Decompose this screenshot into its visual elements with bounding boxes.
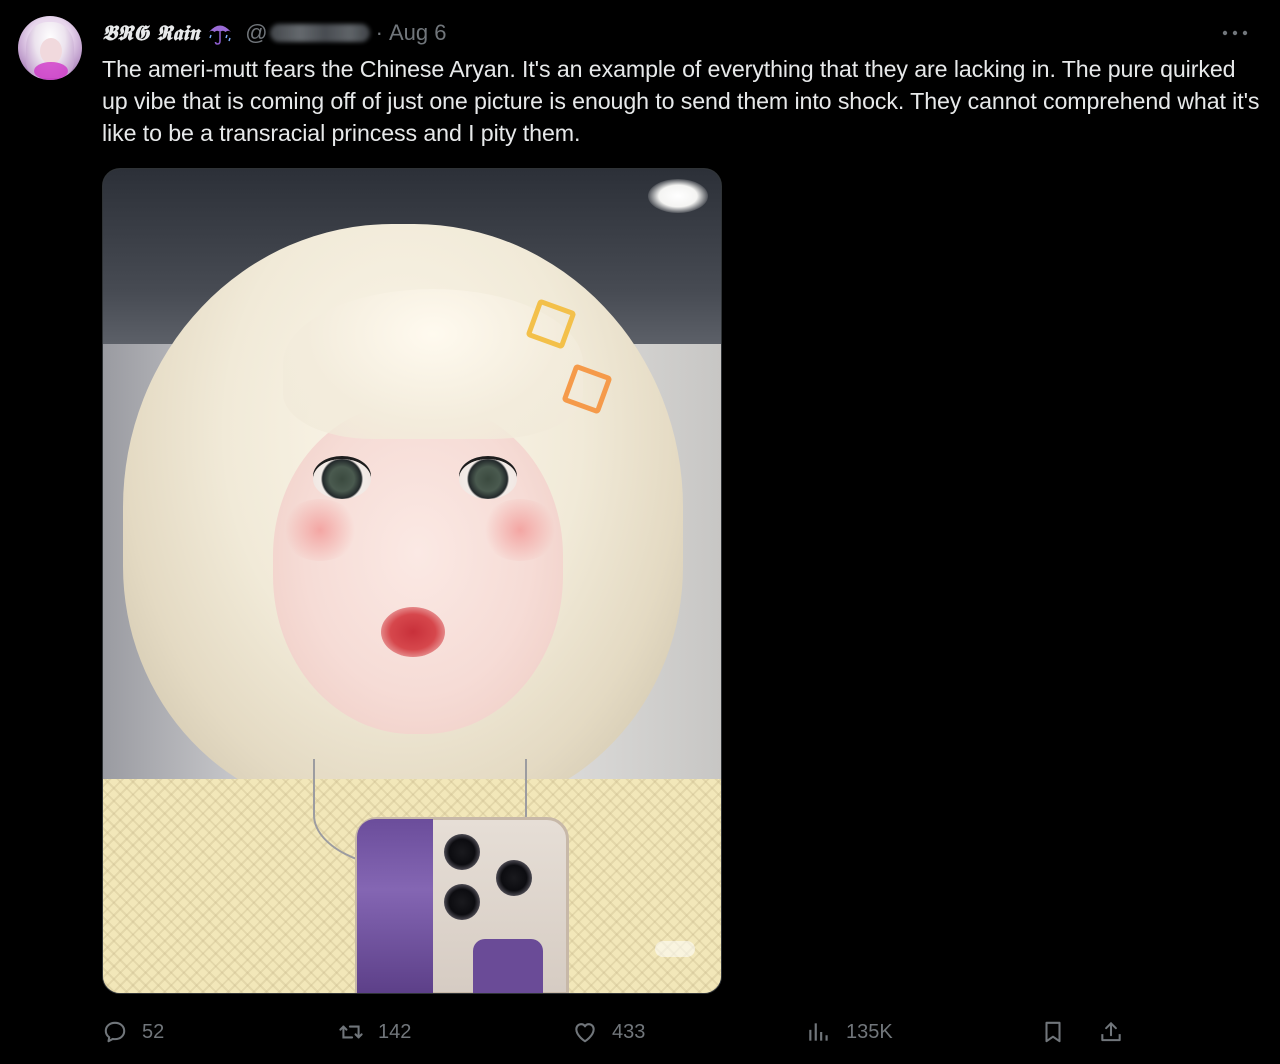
photo-lips <box>381 607 445 657</box>
photo-cheek <box>481 499 559 561</box>
tweet-actions: 52 142 433 135K <box>102 1012 1132 1052</box>
retweet-button[interactable]: 142 <box>338 1012 411 1052</box>
photo-phone-camera <box>444 834 480 870</box>
retweet-icon <box>339 1025 363 1039</box>
header-separator: · <box>375 20 383 45</box>
share-button[interactable] <box>1098 1012 1124 1052</box>
photo-ceiling-light <box>648 179 708 213</box>
photo-face <box>273 404 563 734</box>
reply-count: 52 <box>142 1020 165 1043</box>
like-count: 433 <box>612 1020 646 1043</box>
like-button[interactable]: 433 <box>572 1012 645 1052</box>
avatar-face <box>40 38 62 64</box>
views-count: 135K <box>846 1020 893 1043</box>
author-handle[interactable]: @ <box>245 20 370 46</box>
photo-phone-case-decoration <box>357 819 433 993</box>
retweet-count: 142 <box>378 1020 412 1043</box>
photo-eye <box>313 459 371 499</box>
tweet-card: 𝕭𝕽𝕲 𝕽𝖆𝖎𝖓 @ · Aug 6 The ameri-mutt fears <box>0 0 1280 1064</box>
tweet-timestamp[interactable]: Aug 6 <box>389 20 447 46</box>
views-bars-icon <box>809 1023 828 1041</box>
share-upload-icon <box>1101 1022 1121 1042</box>
author-display-name[interactable]: 𝕭𝕽𝕲 𝕽𝖆𝖎𝖓 <box>102 20 199 46</box>
bookmark-icon <box>1045 1021 1061 1043</box>
umbrella-with-rain-icon <box>207 20 233 46</box>
reply-bubble-icon <box>104 1021 126 1043</box>
photo-phone-camera <box>496 860 532 896</box>
more-options-button[interactable] <box>1220 22 1250 44</box>
views-button[interactable]: 135K <box>806 1012 893 1052</box>
tweet-header: 𝕭𝕽𝕲 𝕽𝖆𝖎𝖓 @ · Aug 6 <box>102 18 446 48</box>
bookmark-button[interactable] <box>1040 1012 1066 1052</box>
avatar-glow <box>34 62 68 80</box>
heart-icon <box>575 1023 595 1043</box>
avatar[interactable] <box>18 16 82 80</box>
photo-phone-camera <box>444 884 480 920</box>
photo-cheek <box>281 499 359 561</box>
photo-eye <box>459 459 517 499</box>
handle-prefix: @ <box>245 20 268 45</box>
photo-watermark <box>655 941 695 957</box>
tweet-photo[interactable] <box>102 168 722 994</box>
photo-phone-case-decoration <box>473 939 543 993</box>
tweet-text: The ameri-mutt fears the Chinese Aryan. … <box>102 56 1260 146</box>
more-dots-icon <box>1222 30 1248 36</box>
reply-button[interactable]: 52 <box>102 1012 164 1052</box>
handle-redacted <box>269 24 370 42</box>
